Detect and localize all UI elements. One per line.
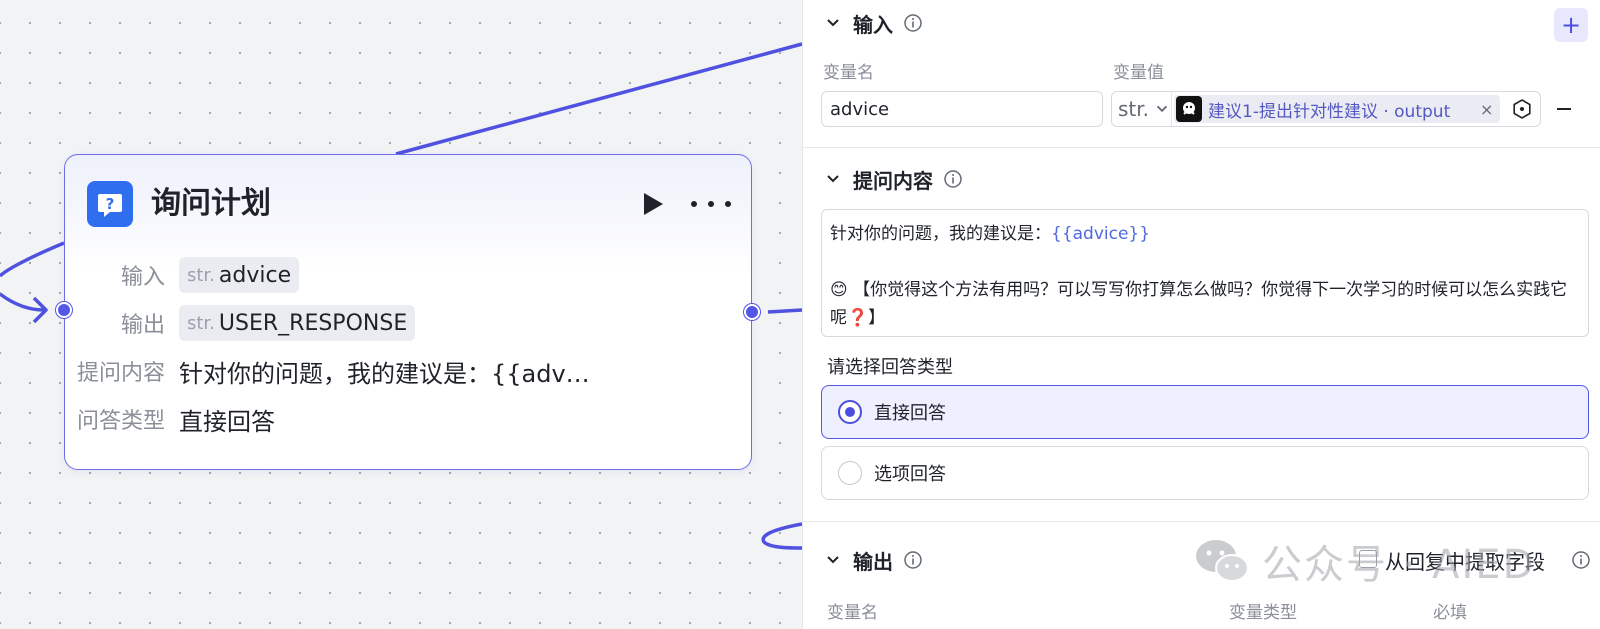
radio-direct-answer[interactable]: 直接回答 — [821, 385, 1589, 439]
prompt-text: 【你觉得这个方法有用吗？可以写写你打算怎么做吗？你觉得下一次学习的时候可以怎么实… — [830, 280, 1568, 328]
divider — [803, 147, 1600, 148]
target-icon[interactable] — [1510, 97, 1534, 121]
type-badge: str. — [187, 264, 215, 286]
node-output-tag: str. USER_RESPONSE — [179, 305, 416, 341]
info-icon[interactable] — [943, 169, 963, 189]
col-var-name-label: 变量名 — [823, 63, 874, 83]
input-section-title: 输入 — [853, 12, 893, 37]
radio-label: 直接回答 — [874, 403, 946, 424]
col-var-value-label: 变量值 — [1113, 63, 1164, 83]
prompt-text: 针对你的问题，我的建议是： — [830, 224, 1051, 244]
edge-left-top[interactable] — [0, 241, 65, 278]
output-var: USER_RESPONSE — [218, 310, 408, 336]
remove-variable-button[interactable] — [1551, 96, 1577, 122]
smile-icon: 😊 — [830, 280, 848, 300]
add-variable-button[interactable]: + — [1554, 8, 1588, 42]
radio-circle[interactable] — [838, 461, 862, 485]
radio-option-answer[interactable]: 选项回答 — [821, 446, 1589, 500]
input-section-header[interactable]: 输入 — [823, 8, 923, 38]
type-select-value: str. — [1118, 97, 1150, 121]
question-icon: ? — [87, 181, 133, 227]
chevron-down-icon[interactable] — [823, 550, 843, 570]
output-col-name: 变量名 — [827, 603, 878, 623]
output-section-title: 输出 — [853, 549, 893, 574]
info-icon[interactable] — [1571, 550, 1591, 570]
close-icon[interactable]: × — [1480, 100, 1493, 119]
divider — [803, 521, 1600, 522]
node-input-tag: str. advice — [179, 257, 300, 293]
type-select[interactable]: str. — [1112, 92, 1172, 126]
info-icon[interactable] — [903, 13, 923, 33]
reference-chip[interactable]: 建议1-提出针对性建议 · output × — [1174, 95, 1500, 123]
node-answer-type-row: 问答类型 直接回答 — [65, 399, 275, 439]
chevron-down-icon[interactable] — [823, 169, 843, 189]
prompt-line-1: 针对你的问题，我的建议是：{{advice}} — [830, 220, 1580, 248]
edge-bottom[interactable] — [761, 522, 802, 550]
reference-text: 建议1-提出针对性建议 · output — [1208, 101, 1451, 122]
node-answer-type-label: 问答类型 — [76, 409, 165, 434]
node-prompt-value: 针对你的问题，我的建议是：{{adv… — [179, 359, 590, 388]
node-output-row: 输出 str. USER_RESPONSE — [65, 303, 416, 343]
node-title: 询问计划 — [151, 186, 271, 221]
prompt-editor[interactable]: 针对你的问题，我的建议是：{{advice}} 😊 【你觉得这个方法有用吗？可以… — [821, 209, 1589, 337]
question-node[interactable]: ? 询问计划 输入 str. advice 输出 str. USER_RESPO… — [64, 154, 752, 470]
prompt-section-header[interactable]: 提问内容 — [823, 164, 963, 194]
bot-icon — [1176, 96, 1202, 122]
var-name-input[interactable] — [821, 91, 1103, 127]
workflow-canvas[interactable]: ? 询问计划 输入 str. advice 输出 str. USER_RESPO… — [0, 0, 802, 629]
edge-top[interactable] — [395, 42, 802, 156]
play-icon[interactable] — [639, 189, 667, 219]
extract-fields-checkbox[interactable] — [1359, 550, 1377, 568]
config-panel: 输入 + 变量名 变量值 str. 建议1-提出针对性建议 · output ×… — [802, 0, 1600, 629]
prompt-section-title: 提问内容 — [853, 168, 933, 193]
node-input-row: 输入 str. advice — [65, 255, 300, 295]
output-col-type: 变量类型 — [1229, 603, 1297, 623]
node-input-label: 输入 — [120, 265, 165, 290]
answer-type-title: 请选择回答类型 — [827, 357, 953, 378]
input-port[interactable] — [56, 302, 72, 318]
type-badge: str. — [187, 312, 215, 334]
svg-text:?: ? — [106, 195, 115, 213]
node-prompt-row: 提问内容 针对你的问题，我的建议是：{{adv… — [65, 351, 590, 391]
radio-circle[interactable] — [838, 400, 862, 424]
extract-fields-label: 从回复中提取字段 — [1385, 550, 1545, 574]
output-port[interactable] — [744, 304, 760, 320]
output-section-header[interactable]: 输出 — [823, 545, 923, 575]
node-answer-type-value: 直接回答 — [179, 407, 275, 436]
var-value-field[interactable]: str. 建议1-提出针对性建议 · output × — [1111, 91, 1541, 127]
radio-label: 选项回答 — [874, 464, 946, 485]
prompt-variable: {{advice}} — [1051, 224, 1151, 244]
prompt-line-2: 😊 【你觉得这个方法有用吗？可以写写你打算怎么做吗？你觉得下一次学习的时候可以怎… — [830, 276, 1580, 332]
chevron-down-icon — [1156, 105, 1168, 113]
node-prompt-label: 提问内容 — [76, 361, 165, 386]
node-output-label: 输出 — [120, 313, 165, 338]
chevron-down-icon[interactable] — [823, 13, 843, 33]
info-icon[interactable] — [903, 550, 923, 570]
more-icon[interactable] — [691, 191, 731, 217]
input-var: advice — [218, 262, 292, 288]
edge-right-out[interactable] — [767, 308, 802, 314]
output-col-required: 必填 — [1433, 603, 1467, 623]
